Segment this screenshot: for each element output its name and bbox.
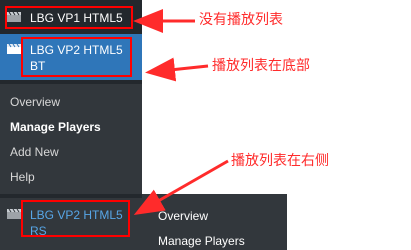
annotation-playlist-right: 播放列表在右侧 — [231, 153, 329, 169]
menu-item-lbg-vp2-html5-bt[interactable]: LBG VP2 HTML5 BT — [0, 34, 142, 104]
flyout-overview[interactable]: Overview — [158, 209, 208, 224]
annotation-arrow — [145, 57, 209, 82]
clapperboard-icon — [7, 11, 21, 22]
flyout-manage-players[interactable]: Manage Players — [158, 234, 245, 249]
submenu-help[interactable]: Help — [10, 170, 35, 185]
submenu-add-new[interactable]: Add New — [10, 145, 59, 160]
menu-item-lbg-vp1-html5[interactable]: LBG VP1 HTML5 — [0, 5, 142, 31]
annotation-playlist-bottom: 播放列表在底部 — [212, 58, 310, 74]
menu-item-label: LBG VP2 HTML5 RS — [30, 208, 123, 238]
submenu-overview[interactable]: Overview — [10, 95, 60, 110]
active-submenu: Overview Manage Players Add New Help — [0, 84, 142, 194]
clapperboard-icon — [7, 208, 21, 219]
clapperboard-icon — [7, 43, 21, 54]
menu-item-label: LBG VP2 HTML5 BT — [30, 43, 123, 73]
annotation-no-playlist: 没有播放列表 — [199, 12, 283, 28]
hover-flyout-submenu: Overview Manage Players — [142, 194, 287, 250]
screenshot-stage: LBG VP1 HTML5 LBG VP2 HTML5 BT Overview … — [0, 0, 411, 250]
submenu-manage-players[interactable]: Manage Players — [10, 120, 101, 135]
menu-item-label: LBG VP1 HTML5 — [30, 11, 123, 25]
admin-sidebar: LBG VP1 HTML5 LBG VP2 HTML5 BT Overview … — [0, 0, 142, 250]
menu-item-lbg-vp2-html5-rs[interactable]: LBG VP2 HTML5 RS — [0, 198, 142, 250]
